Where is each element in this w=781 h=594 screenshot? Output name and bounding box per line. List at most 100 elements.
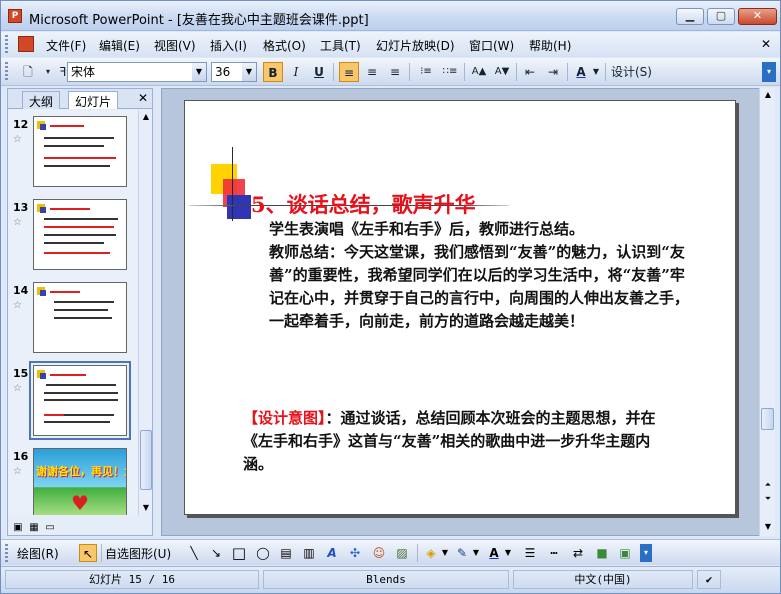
slide-vertical-scrollbar[interactable]: ▲ ⏶ ⏷ ▼ xyxy=(759,88,775,536)
maximize-button[interactable]: ▢ xyxy=(707,8,735,25)
font-name-dropdown-icon[interactable]: ▼ xyxy=(192,63,206,81)
font-size-combo[interactable]: 36 ▼ xyxy=(211,62,257,82)
wordart-icon[interactable]: A xyxy=(323,544,341,562)
font-name-combo[interactable]: 宋体 ▼ xyxy=(67,62,207,82)
slide-thumbnail-row[interactable]: 16 ☆ 谢谢各位，再见！大家好 ♥ xyxy=(8,444,138,515)
insert-picture-icon[interactable]: ▨ xyxy=(393,544,411,562)
fill-color-dropdown-icon[interactable]: ▼ xyxy=(440,544,450,562)
underline-button[interactable]: U xyxy=(309,62,329,82)
fill-color-icon[interactable]: ◈ xyxy=(422,544,440,562)
toolbar-options-chevron-icon[interactable]: ▾ xyxy=(41,62,55,82)
slide-thumbnail-row[interactable]: 13 ☆ xyxy=(8,195,138,275)
menu-slideshow[interactable]: 幻灯片放映(D) xyxy=(376,37,455,54)
shadow-style-icon[interactable]: ■ xyxy=(593,544,611,562)
line-color-icon[interactable]: ✎ xyxy=(453,544,471,562)
line-tool-icon[interactable]: ╲ xyxy=(185,544,203,562)
menu-insert[interactable]: 插入(I) xyxy=(210,37,247,54)
draw-font-color-icon[interactable]: A xyxy=(485,544,503,562)
menu-tools[interactable]: 工具(T) xyxy=(320,37,361,54)
font-color-dropdown-icon[interactable]: ▼ xyxy=(591,62,601,82)
decrease-indent-button[interactable]: ⇤ xyxy=(520,62,540,82)
new-document-icon[interactable]: 🗋 xyxy=(18,62,38,82)
design-template-status[interactable]: Blends xyxy=(263,570,509,589)
slide-thumbnail[interactable]: 谢谢各位，再见！大家好 ♥ xyxy=(33,448,127,515)
slide-thumbnail[interactable] xyxy=(33,116,127,187)
align-center-button[interactable]: ≡ xyxy=(362,62,382,82)
slides-pane-scrollbar[interactable]: ▲ ▼ xyxy=(138,110,152,515)
menu-file[interactable]: 文件(F) xyxy=(46,37,86,54)
font-size-dropdown-icon[interactable]: ▼ xyxy=(242,63,256,81)
slide-thumbnail-row-selected[interactable]: 15 ☆ xyxy=(8,361,138,441)
font-name-value: 宋体 xyxy=(71,65,96,79)
bullets-button[interactable]: ∷≡ xyxy=(439,62,461,82)
drawbar-grip[interactable] xyxy=(5,544,8,564)
rectangle-tool-icon[interactable]: □ xyxy=(230,544,248,562)
slide-thumbnail-current[interactable] xyxy=(29,361,131,440)
menu-window[interactable]: 窗口(W) xyxy=(469,37,514,54)
bold-button[interactable]: B xyxy=(263,62,283,82)
vertical-textbox-tool-icon[interactable]: ▥ xyxy=(300,544,318,562)
menu-grip[interactable] xyxy=(5,35,8,55)
menu-format[interactable]: 格式(O) xyxy=(263,37,306,54)
autoshapes-button[interactable]: 自选图形(U) xyxy=(105,545,171,562)
slide-sorter-view-button[interactable]: ▦ xyxy=(27,521,41,535)
toolbar-grip[interactable] xyxy=(5,62,8,82)
document-close-icon[interactable]: ✕ xyxy=(761,37,771,51)
textbox-tool-icon[interactable]: ▤ xyxy=(277,544,295,562)
powerpoint-app-icon[interactable]: P xyxy=(8,9,22,23)
dash-style-icon[interactable]: ┅ xyxy=(545,544,563,562)
scroll-up-icon[interactable]: ▲ xyxy=(139,110,153,124)
slide-body-text[interactable]: 学生表演唱《左手和右手》后，教师进行总结。 教师总结：今天这堂课，我们感悟到“友… xyxy=(233,218,699,333)
design-button[interactable]: 设计(S) xyxy=(611,62,671,82)
draw-font-color-dropdown-icon[interactable]: ▼ xyxy=(503,544,513,562)
grow-font-button[interactable]: A▲ xyxy=(468,62,490,82)
oval-tool-icon[interactable]: ◯ xyxy=(254,544,272,562)
select-objects-arrow-icon[interactable]: ↖ xyxy=(79,544,97,562)
slide-thumbnail[interactable] xyxy=(33,199,127,270)
slide-number: 14 xyxy=(13,284,29,297)
clipart-icon[interactable]: ☺ xyxy=(370,544,388,562)
draw-menu-button[interactable]: 绘图(R) xyxy=(17,545,59,562)
scroll-down-icon[interactable]: ▼ xyxy=(760,520,776,534)
toolbar-overflow-chevron-icon[interactable]: ▾ xyxy=(762,62,776,82)
align-right-button[interactable]: ≡ xyxy=(385,62,405,82)
slideshow-view-button[interactable]: ▭ xyxy=(43,521,57,535)
previous-slide-icon[interactable]: ⏶ xyxy=(760,478,776,492)
diagram-icon[interactable]: ✣ xyxy=(346,544,364,562)
shrink-font-button[interactable]: A▼ xyxy=(491,62,513,82)
scroll-down-icon[interactable]: ▼ xyxy=(139,501,153,515)
tab-slides[interactable]: 幻灯片 xyxy=(68,91,119,109)
drawbar-overflow-chevron-icon[interactable]: ▾ xyxy=(640,544,652,562)
document-icon[interactable] xyxy=(18,36,34,52)
menu-view[interactable]: 视图(V) xyxy=(154,37,196,54)
design-intent-text[interactable]: 【设计意图】：通过谈话，总结回顾本次班会的主题思想，并在《左手和右手》这首与“友… xyxy=(239,407,679,476)
menu-help[interactable]: 帮助(H) xyxy=(529,37,571,54)
slide-thumbnail-row[interactable]: 14 ☆ xyxy=(8,278,138,358)
pane-close-icon[interactable]: ✕ xyxy=(138,91,148,105)
language-status[interactable]: 中文(中国) xyxy=(513,570,693,589)
numbering-button[interactable]: ⁝≡ xyxy=(415,62,437,82)
arrow-tool-icon[interactable]: ↘ xyxy=(207,544,225,562)
slide-thumbnail[interactable] xyxy=(33,282,127,353)
current-slide[interactable]: 5、谈话总结，歌声升华 学生表演唱《左手和右手》后，教师进行总结。 教师总结：今… xyxy=(184,100,736,515)
close-window-button[interactable]: ✕ xyxy=(738,8,777,25)
slide-thumbnail-row[interactable]: 12 ☆ xyxy=(8,112,138,192)
scroll-up-icon[interactable]: ▲ xyxy=(760,88,776,102)
normal-view-button[interactable]: ▣ xyxy=(11,521,25,535)
italic-button[interactable]: I xyxy=(286,62,306,82)
font-color-button[interactable]: A xyxy=(571,62,591,82)
minimize-button[interactable]: ▁ xyxy=(676,8,704,25)
align-left-button[interactable]: ≡ xyxy=(339,62,359,82)
tab-outline[interactable]: 大纲 xyxy=(22,91,61,109)
menu-edit[interactable]: 编辑(E) xyxy=(99,37,140,54)
increase-indent-button[interactable]: ⇥ xyxy=(543,62,563,82)
arrow-style-icon[interactable]: ⇄ xyxy=(569,544,587,562)
line-color-dropdown-icon[interactable]: ▼ xyxy=(471,544,481,562)
spelling-check-icon[interactable]: ✔ xyxy=(697,570,721,589)
next-slide-icon[interactable]: ⏷ xyxy=(760,492,776,506)
scroll-thumb[interactable] xyxy=(761,408,774,430)
slide-title[interactable]: 5、谈话总结，歌声升华 xyxy=(251,189,476,219)
3d-style-icon[interactable]: ▣ xyxy=(616,544,634,562)
line-style-icon[interactable]: ☰ xyxy=(521,544,539,562)
scroll-thumb[interactable] xyxy=(140,430,152,490)
